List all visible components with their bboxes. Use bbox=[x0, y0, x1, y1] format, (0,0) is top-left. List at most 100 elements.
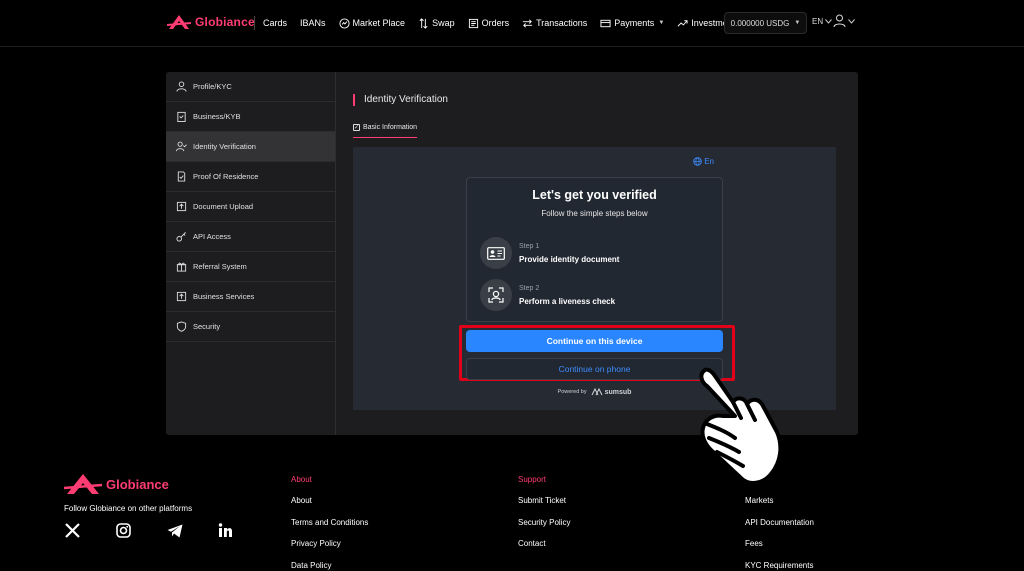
nav-transactions[interactable]: Transactions bbox=[522, 18, 587, 29]
market-icon bbox=[338, 17, 350, 29]
sidebar-item-business-kyb[interactable]: Business/KYB bbox=[166, 102, 335, 132]
step-text: Perform a liveness check bbox=[519, 296, 616, 306]
globiance-logo-icon bbox=[64, 474, 102, 494]
face-scan-icon bbox=[480, 279, 512, 311]
language-label: EN bbox=[812, 17, 824, 26]
sumsub-brand-text: sumsub bbox=[604, 388, 632, 396]
brand-name: Globiance bbox=[195, 15, 255, 29]
nav-market-place-label: Market Place bbox=[352, 18, 406, 28]
payments-icon bbox=[600, 19, 611, 27]
brand-logo[interactable]: Globiance bbox=[167, 13, 255, 31]
clipboard-icon bbox=[177, 111, 186, 122]
nav-divider bbox=[254, 16, 255, 30]
swap-icon bbox=[419, 17, 428, 29]
instagram-icon[interactable] bbox=[115, 522, 132, 539]
telegram-icon[interactable] bbox=[166, 522, 183, 539]
nav-orders-label: Orders bbox=[481, 18, 510, 28]
tab-label: Basic Information bbox=[363, 124, 418, 131]
user-icon bbox=[833, 14, 846, 28]
nav-swap[interactable]: Swap bbox=[418, 17, 455, 29]
id-card-icon bbox=[480, 237, 512, 269]
nav-market-place[interactable]: Market Place bbox=[338, 17, 406, 29]
powered-by-label: Powered by bbox=[557, 389, 587, 395]
footer-link-submit-ticket[interactable]: Submit Ticket bbox=[518, 496, 570, 518]
sidebar-item-referral-system[interactable]: Referral System bbox=[166, 252, 335, 282]
trend-up-icon bbox=[677, 19, 688, 27]
footer-brand-name: Globiance bbox=[106, 476, 169, 492]
social-links bbox=[64, 522, 234, 539]
tab-basic-information[interactable]: ✓ Basic Information bbox=[353, 124, 418, 138]
main-nav: Cards IBANs Market Place Swap Orders Tra… bbox=[254, 14, 763, 32]
chevron-down-icon: ▼ bbox=[658, 20, 665, 26]
widget-language-selector[interactable]: En bbox=[693, 157, 714, 166]
balance-value: 0.000000 USDG bbox=[730, 18, 790, 28]
user-check-icon bbox=[176, 141, 187, 152]
continue-on-this-device-button[interactable]: Continue on this device bbox=[466, 330, 723, 352]
step-number: Step 1 bbox=[519, 242, 540, 250]
sidebar-item-label: Security bbox=[193, 322, 221, 331]
chevron-down-icon bbox=[825, 19, 833, 24]
sidebar-item-document-upload[interactable]: Document Upload bbox=[166, 192, 335, 222]
footer-brand-logo[interactable]: Globiance bbox=[64, 472, 169, 496]
orders-icon bbox=[468, 18, 478, 28]
linkedin-icon[interactable] bbox=[217, 522, 234, 539]
x-icon[interactable] bbox=[64, 522, 81, 539]
sidebar-item-security[interactable]: Security bbox=[166, 312, 335, 342]
upload-icon bbox=[176, 201, 187, 212]
language-selector[interactable]: EN bbox=[812, 17, 833, 26]
step-text: Provide identity document bbox=[519, 254, 620, 264]
footer-link-data-policy[interactable]: Data Policy bbox=[291, 561, 368, 571]
checkbox-icon: ✓ bbox=[353, 124, 360, 131]
footer-heading: Support bbox=[518, 475, 547, 484]
verification-title: Let's get you verified bbox=[532, 188, 657, 202]
user-menu[interactable] bbox=[833, 14, 855, 28]
sidebar-item-label: Business Services bbox=[193, 292, 255, 301]
nav-swap-label: Swap bbox=[432, 18, 455, 28]
footer-column-about: About About Terms and Conditions Privacy… bbox=[291, 475, 368, 571]
nav-cards[interactable]: Cards bbox=[263, 18, 287, 28]
pointing-hand-icon bbox=[699, 367, 783, 485]
footer-link-markets[interactable]: Markets bbox=[745, 496, 814, 518]
globiance-logo-icon bbox=[167, 15, 191, 29]
verification-steps-box: Let's get you verified Follow the simple… bbox=[466, 177, 723, 322]
settings-sidebar: Profile/KYC Business/KYB Identity Verifi… bbox=[166, 72, 336, 435]
nav-transactions-label: Transactions bbox=[536, 18, 588, 28]
sidebar-item-api-access[interactable]: API Access bbox=[166, 222, 335, 252]
widget-language-label: En bbox=[704, 157, 714, 166]
nav-ibans[interactable]: IBANs bbox=[300, 18, 326, 28]
follow-text: Follow Globiance on other platforms bbox=[64, 504, 193, 513]
step-2: Step 2 Perform a liveness check bbox=[480, 279, 615, 311]
sidebar-item-business-services[interactable]: Business Services bbox=[166, 282, 335, 312]
sidebar-item-proof-of-residence[interactable]: Proof Of Residence bbox=[166, 162, 335, 192]
transactions-icon bbox=[523, 19, 533, 27]
nav-orders[interactable]: Orders bbox=[468, 18, 510, 29]
sidebar-item-label: API Access bbox=[193, 232, 231, 241]
footer-link-about[interactable]: About bbox=[291, 496, 368, 518]
footer-link-privacy[interactable]: Privacy Policy bbox=[291, 539, 368, 561]
upload-icon bbox=[176, 291, 187, 302]
footer-link-kyc-requirements[interactable]: KYC Requirements bbox=[745, 561, 814, 571]
sidebar-item-label: Identity Verification bbox=[193, 142, 256, 151]
verification-subtitle: Follow the simple steps below bbox=[541, 209, 648, 218]
footer-link-api-documentation[interactable]: API Documentation bbox=[745, 518, 814, 540]
balance-dropdown[interactable]: 0.000000 USDG ▼ bbox=[724, 12, 807, 34]
sidebar-item-label: Proof Of Residence bbox=[193, 172, 259, 181]
user-icon bbox=[176, 81, 187, 92]
document-check-icon bbox=[177, 171, 186, 182]
shield-icon bbox=[176, 321, 187, 332]
footer-link-terms[interactable]: Terms and Conditions bbox=[291, 518, 368, 540]
footer-link-fees[interactable]: Fees bbox=[745, 539, 814, 561]
key-icon bbox=[176, 232, 186, 242]
footer-link-contact[interactable]: Contact bbox=[518, 539, 570, 561]
nav-payments[interactable]: Payments ▼ bbox=[600, 18, 664, 29]
page-title: Identity Verification bbox=[353, 94, 448, 106]
sidebar-item-identity-verification[interactable]: Identity Verification bbox=[166, 132, 335, 162]
footer-link-security-policy[interactable]: Security Policy bbox=[518, 518, 570, 540]
footer-heading: About bbox=[291, 475, 312, 484]
sidebar-item-label: Business/KYB bbox=[193, 112, 241, 121]
globe-icon bbox=[693, 157, 702, 166]
nav-payments-label: Payments bbox=[614, 18, 655, 28]
footer-column-services: Markets API Documentation Fees KYC Requi… bbox=[745, 496, 814, 571]
nav-cards-label: Cards bbox=[263, 18, 288, 28]
sidebar-item-profile-kyc[interactable]: Profile/KYC bbox=[166, 72, 335, 102]
